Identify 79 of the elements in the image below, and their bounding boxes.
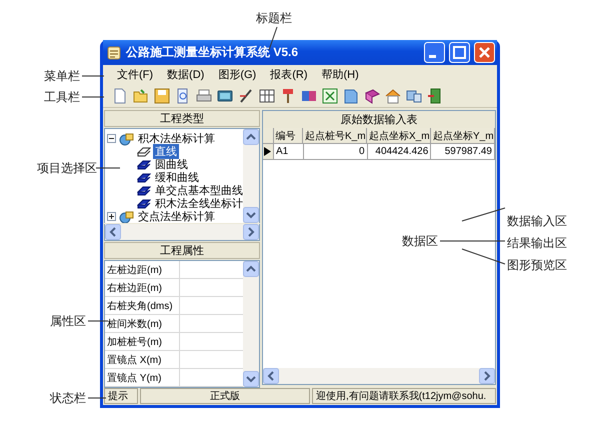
menu-item[interactable]: 帮助(H) <box>316 66 365 83</box>
menu-item[interactable]: 报表(R) <box>264 66 314 83</box>
scroll-right-icon[interactable] <box>243 224 259 240</box>
column-header[interactable]: 起点坐标X_m <box>367 128 431 144</box>
callout-label: 结果输出区 <box>507 236 567 250</box>
tree-item[interactable]: 交点法坐标计算 <box>136 209 217 223</box>
scroll-up-icon[interactable] <box>243 261 259 277</box>
table-cell: 404424.426 <box>368 144 432 160</box>
app-icon <box>106 44 122 60</box>
panel-header: 工程类型 <box>104 110 260 127</box>
spreadsheet-icon[interactable] <box>321 86 339 104</box>
house-icon[interactable] <box>384 86 402 104</box>
vertical-scrollbar[interactable] <box>243 261 259 387</box>
callout-label: 属性区 <box>50 314 86 328</box>
outline-book-icon <box>137 146 151 158</box>
collapse-icon[interactable] <box>107 134 116 143</box>
grid-corner <box>263 128 274 144</box>
scroll-up-icon[interactable] <box>243 129 259 145</box>
printer-icon[interactable] <box>195 86 213 104</box>
table-cell: A1 <box>274 144 304 160</box>
maximize-button[interactable] <box>449 42 470 63</box>
callout-label: 菜单栏 <box>44 69 80 83</box>
tree-item[interactable]: 积木法全线坐标计 <box>153 196 243 211</box>
scroll-down-icon[interactable] <box>243 371 259 387</box>
column-header[interactable]: 编号 <box>274 128 303 144</box>
leader-line <box>82 96 104 98</box>
leader-line <box>440 240 506 242</box>
column-header[interactable]: 起点坐标Y_m <box>431 128 495 144</box>
horizontal-scrollbar[interactable] <box>104 224 260 241</box>
folder-globe-icon <box>118 210 134 223</box>
tree-item[interactable]: 单交点基本型曲线 <box>153 183 243 198</box>
callout-label: 项目选择区 <box>37 161 97 175</box>
tree-item[interactable]: 圆曲线 <box>153 157 190 172</box>
leader-line <box>88 320 108 322</box>
menu-item[interactable]: 数据(D) <box>161 66 210 83</box>
folder-globe-icon <box>118 132 134 146</box>
scroll-left-icon[interactable] <box>263 368 279 384</box>
property-label: 加桩桩号(m) <box>105 333 180 350</box>
callout-label: 数据区 <box>402 234 438 248</box>
property-label: 右桩边距(m) <box>105 279 180 296</box>
table-cell: 0 <box>304 144 368 160</box>
property-label: 左桩边距(m) <box>105 261 180 278</box>
tree-item[interactable]: 缓和曲线 <box>153 170 201 185</box>
tree-item[interactable]: 积木法坐标计算 <box>136 131 217 146</box>
open-folder-icon[interactable] <box>132 86 150 104</box>
property-label: 右桩夹角(dms) <box>105 297 180 314</box>
status-panel: 正式版 <box>140 388 310 404</box>
scroll-down-icon[interactable] <box>243 207 259 223</box>
table-icon[interactable] <box>258 86 276 104</box>
menu-item[interactable]: 文件(F) <box>111 66 160 83</box>
minimize-button[interactable] <box>424 42 445 63</box>
callout-label: 图形预览区 <box>507 258 567 272</box>
vertical-scrollbar[interactable] <box>243 129 259 223</box>
row-header[interactable] <box>263 144 274 160</box>
property-label: 置镜点 Y(m) <box>105 369 180 386</box>
property-label: 桩间米数(m) <box>105 315 180 332</box>
callout-label: 状态栏 <box>50 391 86 405</box>
scroll-right-icon[interactable] <box>479 368 495 384</box>
save-icon[interactable] <box>153 86 171 104</box>
menu-item[interactable]: 图形(G) <box>212 66 262 83</box>
tree-item[interactable]: 直线 <box>153 144 179 159</box>
leader-line <box>462 208 506 222</box>
document-icon[interactable] <box>342 86 360 104</box>
status-panel: 提示 <box>104 388 138 404</box>
property-label: 置镜点 X(m) <box>105 351 180 368</box>
leader-line <box>462 248 506 264</box>
expand-icon[interactable] <box>107 212 116 221</box>
callout-label: 标题栏 <box>256 11 292 25</box>
table-title: 原始数据输入表 <box>263 111 495 128</box>
scroll-left-icon[interactable] <box>105 224 121 240</box>
callout-label: 工具栏 <box>44 90 80 104</box>
status-panel: 迎使用,有问题请联系我(t12jym@sohu. <box>312 388 496 404</box>
close-button[interactable] <box>474 42 495 63</box>
horizontal-scrollbar[interactable] <box>263 368 495 384</box>
panel-header: 工程属性 <box>104 242 260 259</box>
window-title: 公路施工测量坐标计算系统 V5.6 <box>126 44 300 61</box>
column-header[interactable]: 起点桩号K_m <box>303 128 367 144</box>
callout-label: 数据输入区 <box>507 214 567 228</box>
table-cell: 597987.49 <box>431 144 495 160</box>
